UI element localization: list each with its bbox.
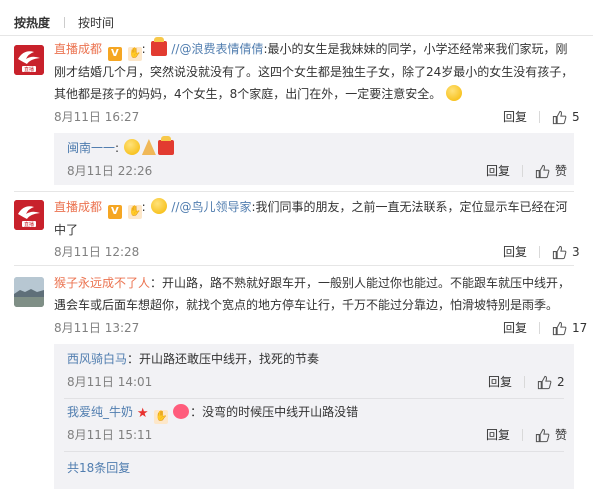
colon: : bbox=[141, 42, 146, 56]
comment-username[interactable]: 直播成都 bbox=[54, 42, 102, 56]
sort-divider bbox=[64, 16, 66, 28]
reply-text: 开山路还敢压中线开，找死的节奏 bbox=[139, 352, 320, 366]
reply-button[interactable]: 回复 bbox=[486, 163, 510, 179]
like-count: 5 bbox=[572, 110, 580, 124]
colon: : bbox=[141, 200, 146, 214]
reply-actions: 回复 赞 bbox=[486, 427, 567, 443]
divider bbox=[14, 191, 574, 192]
like-count: 3 bbox=[572, 245, 580, 259]
divider bbox=[64, 398, 564, 399]
avatar-zhibo-chengdu[interactable]: 直播 bbox=[14, 200, 44, 230]
fan-badge-icon: ✋ bbox=[154, 410, 169, 424]
comment-actions: 回复 17 bbox=[503, 320, 587, 336]
fan-badge-icon: ✋ bbox=[127, 47, 142, 61]
action-divider bbox=[522, 429, 524, 441]
reply-body: 闽南一一: bbox=[67, 136, 175, 159]
reply-button[interactable]: 回复 bbox=[503, 109, 527, 125]
avatar-zhibo-chengdu[interactable]: 直播 bbox=[14, 45, 44, 75]
reply-body: 我爱纯_牛奶 ★ ✋ ：没弯的时候压中线开山路没错 bbox=[67, 401, 358, 425]
like-label: 赞 bbox=[555, 164, 568, 178]
heart-emoji-icon bbox=[173, 404, 190, 419]
scared-face-emoji-icon bbox=[150, 198, 167, 214]
gift-emoji-icon bbox=[150, 37, 167, 56]
pray-emoji-icon bbox=[141, 139, 156, 155]
reply-timestamp: 8月11日 22:26 bbox=[67, 164, 153, 178]
sort-by-hot-tab[interactable]: 按热度 bbox=[14, 14, 50, 31]
reply-button[interactable]: 回复 bbox=[486, 427, 510, 443]
fan-badge-icon: ✋ bbox=[127, 205, 142, 219]
divider bbox=[0, 35, 593, 36]
comment-actions: 回复 5 bbox=[503, 109, 580, 125]
verified-badge-icon: V bbox=[107, 205, 122, 219]
reply-actions: 回复 赞 bbox=[486, 163, 567, 179]
reply-text: 没弯的时候压中线开山路没错 bbox=[202, 405, 359, 419]
svg-text:直播: 直播 bbox=[24, 221, 34, 228]
comment-body: 直播成都 V ✋: //@浪费表情倩倩:最小的女生是我妹妹的同学，小学还经常来我… bbox=[54, 37, 574, 105]
reply-username[interactable]: 我爱纯_牛奶 bbox=[67, 405, 133, 419]
thumbs-up-icon[interactable] bbox=[552, 321, 567, 336]
comment-username[interactable]: 猴子永远成不了人 bbox=[54, 276, 150, 290]
comment-timestamp: 8月11日 16:27 bbox=[54, 110, 140, 124]
colon: ： bbox=[127, 352, 140, 366]
avatar-houzi[interactable] bbox=[14, 277, 44, 307]
like-count: 2 bbox=[557, 375, 565, 389]
reply-username[interactable]: 闽南一一 bbox=[67, 141, 115, 155]
action-divider bbox=[539, 246, 541, 258]
mention-link[interactable]: //@浪费表情倩倩 bbox=[171, 42, 263, 56]
thumbs-up-icon[interactable] bbox=[535, 164, 550, 179]
reply-timestamp: 8月11日 15:11 bbox=[67, 428, 153, 442]
action-divider bbox=[522, 165, 524, 177]
action-divider bbox=[524, 376, 526, 388]
colon: : bbox=[115, 141, 120, 155]
action-divider bbox=[539, 111, 541, 123]
thumbs-up-icon[interactable] bbox=[552, 245, 567, 260]
like-label: 赞 bbox=[555, 428, 568, 442]
comment-timestamp: 8月11日 13:27 bbox=[54, 321, 140, 335]
action-divider bbox=[539, 322, 541, 334]
comment-timestamp: 8月11日 12:28 bbox=[54, 245, 140, 259]
svg-text:直播: 直播 bbox=[24, 66, 34, 73]
reply-actions: 回复 2 bbox=[488, 374, 565, 390]
comment-body: 猴子永远成不了人：开山路，路不熟就好跟车开，一般别人能过你也能过。不能跟车就压中… bbox=[54, 272, 574, 316]
sort-by-time-tab[interactable]: 按时间 bbox=[78, 14, 114, 31]
gift-emoji-icon bbox=[157, 136, 174, 155]
reply-body: 西风骑白马：开山路还敢压中线开，找死的节奏 bbox=[67, 348, 319, 370]
thumbs-up-icon[interactable] bbox=[535, 428, 550, 443]
comment-body: 直播成都 V ✋: //@鸟儿领导家:我们同事的朋友，之前一直无法联系，定位显示… bbox=[54, 196, 574, 241]
reply-button[interactable]: 回复 bbox=[488, 374, 512, 390]
divider bbox=[64, 451, 564, 452]
verified-badge-icon: V bbox=[107, 47, 122, 61]
colon: ： bbox=[190, 405, 203, 419]
thumbs-up-icon[interactable] bbox=[537, 375, 552, 390]
sort-bar: 按热度 按时间 bbox=[14, 12, 114, 32]
reply-username[interactable]: 西风骑白马 bbox=[67, 352, 127, 366]
sad-face-emoji-icon bbox=[123, 139, 140, 155]
reply-button[interactable]: 回复 bbox=[503, 244, 527, 260]
divider bbox=[14, 265, 574, 266]
reply-button[interactable]: 回复 bbox=[503, 320, 527, 336]
mention-link[interactable]: //@鸟儿领导家 bbox=[171, 200, 251, 214]
star-badge-icon: ★ bbox=[136, 406, 149, 421]
view-more-replies-link[interactable]: 共18条回复 bbox=[67, 460, 130, 476]
like-count: 17 bbox=[572, 321, 588, 335]
reply-timestamp: 8月11日 14:01 bbox=[67, 375, 153, 389]
thumbs-up-icon[interactable] bbox=[552, 110, 567, 125]
sad-face-emoji-icon bbox=[446, 85, 463, 101]
comment-username[interactable]: 直播成都 bbox=[54, 200, 102, 214]
colon: ： bbox=[150, 276, 163, 290]
comment-actions: 回复 3 bbox=[503, 244, 580, 260]
